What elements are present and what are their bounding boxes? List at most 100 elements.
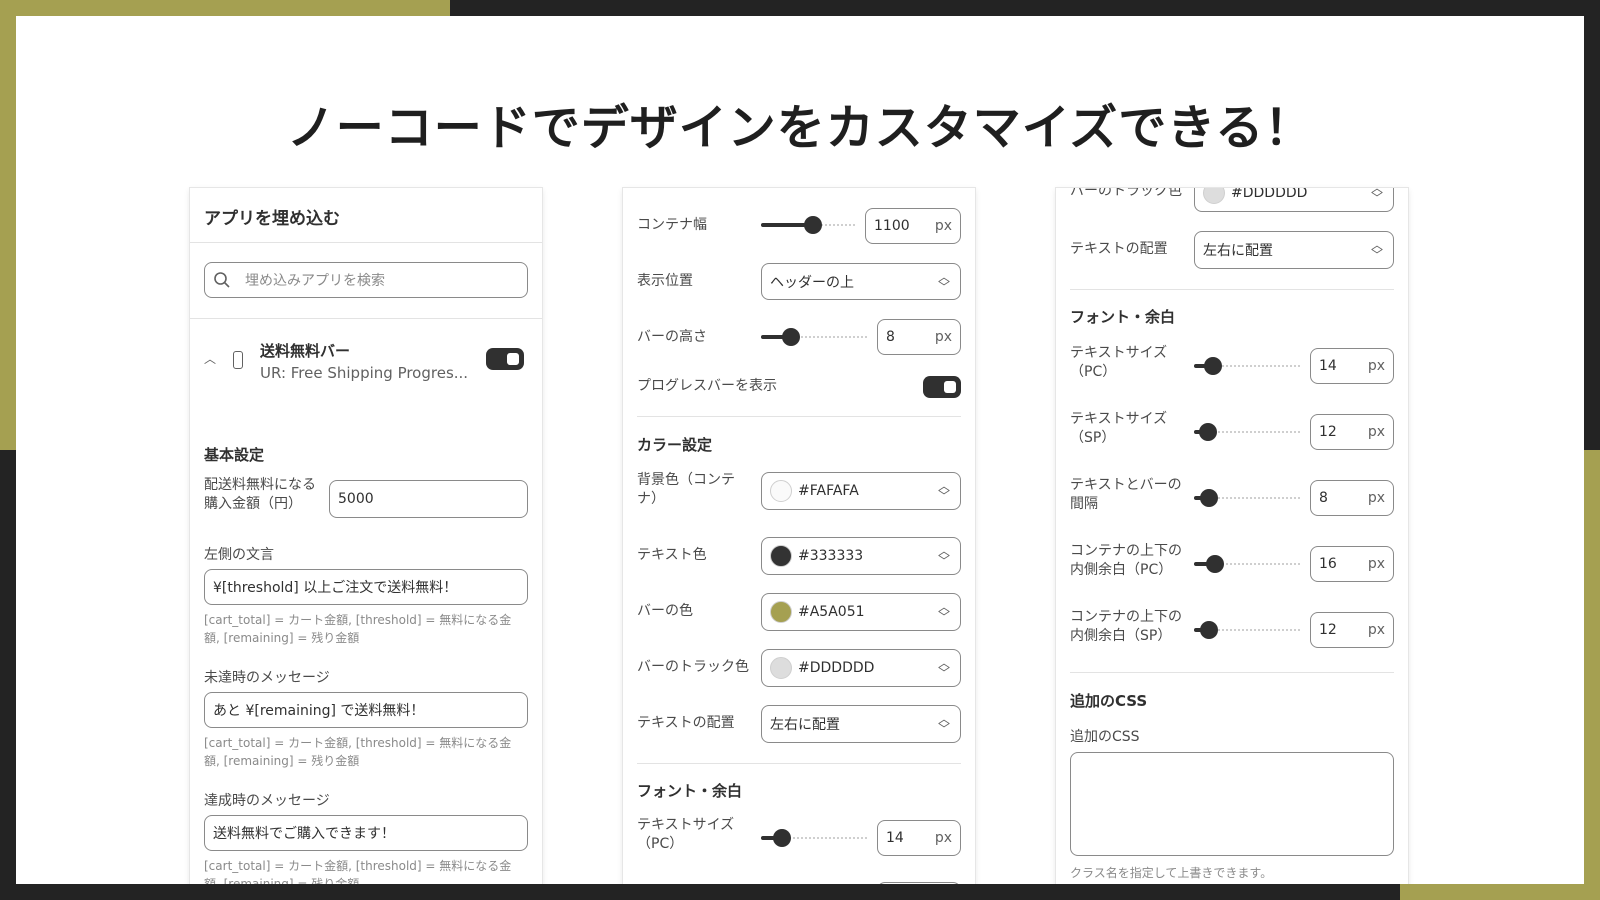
slider-knob[interactable] <box>804 216 823 234</box>
unit-label: px <box>1367 556 1385 572</box>
search-input[interactable]: 埋め込みアプリを検索 <box>204 262 528 298</box>
slider-knob[interactable] <box>1199 621 1218 639</box>
text-bar-gap-input[interactable]: 8 px <box>1310 480 1394 516</box>
position-label: 表示位置 <box>637 273 693 289</box>
text-align-select[interactable]: 左右に配置 ︿ ﹀ <box>761 705 961 743</box>
divider <box>1070 289 1394 290</box>
select-chevron-icon: ︿ ﹀ <box>937 479 950 503</box>
slider-knob[interactable] <box>1198 423 1217 441</box>
custom-css-heading: 追加のCSS <box>1070 692 1148 710</box>
select-chevron-icon: ︿ ﹀ <box>937 656 950 680</box>
text-bar-gap-label: テキストとバーの間隔 <box>1070 477 1182 512</box>
placeholder-hint: [cart_total] = カート金額, [threshold] = 無料にな… <box>204 613 512 645</box>
text-size-pc-input[interactable]: 14 px <box>1310 348 1394 384</box>
text-color-select[interactable]: #333333 ︿ ﹀ <box>761 537 961 575</box>
left-text-label: 左側の文言 <box>204 547 274 563</box>
text-size-sp-input-partial[interactable] <box>877 882 961 884</box>
text-align-label: テキストの配置 <box>637 715 735 731</box>
unit-label: px <box>934 830 952 846</box>
slider-knob[interactable] <box>781 328 800 346</box>
bg-color-select[interactable]: #FAFAFA ︿ ﹀ <box>761 472 961 510</box>
threshold-input[interactable]: 5000 <box>329 480 528 518</box>
track-color-label: バーのトラック色 <box>1070 188 1182 199</box>
bar-color-select[interactable]: #A5A051 ︿ ﹀ <box>761 593 961 631</box>
search-placeholder: 埋め込みアプリを検索 <box>245 273 385 289</box>
text-size-sp-label: テキストサイズ（SP） <box>1070 411 1168 446</box>
text-color-value: #333333 <box>798 548 864 564</box>
divider <box>637 416 961 417</box>
select-chevron-icon: ︿ ﹀ <box>937 600 950 624</box>
text-color-label: テキスト色 <box>637 547 707 563</box>
container-width-input[interactable]: 1100 px <box>865 208 961 244</box>
unreached-message-value: あと ¥[remaining] で送料無料！ <box>213 703 425 719</box>
bar-height-slider[interactable] <box>761 327 868 347</box>
font-spacing-heading: フォント・余白 <box>1070 308 1176 326</box>
text-size-pc-value: 14 <box>886 830 904 846</box>
slider-knob[interactable] <box>1206 555 1225 573</box>
divider <box>190 318 542 319</box>
bg-color-label: 背景色（コンテナ） <box>637 472 735 507</box>
text-size-sp-input[interactable]: 12 px <box>1310 414 1394 450</box>
bar-color-value: #A5A051 <box>798 604 865 620</box>
text-size-pc-slider[interactable] <box>761 828 868 848</box>
track-color-label: バーのトラック色 <box>637 659 749 675</box>
padding-sp-input[interactable]: 12 px <box>1310 612 1394 648</box>
container-width-slider[interactable] <box>761 215 856 235</box>
custom-css-label: 追加のCSS <box>1070 729 1140 745</box>
unreached-message-input[interactable]: あと ¥[remaining] で送料無料！ <box>204 692 528 728</box>
select-chevron-icon: ︿ ﹀ <box>937 269 950 294</box>
bar-height-input[interactable]: 8 px <box>877 319 961 355</box>
position-value: ヘッダーの上 <box>770 274 854 291</box>
track-color-value: #DDDDDD <box>798 660 875 676</box>
color-swatch <box>1203 188 1225 204</box>
unit-label: px <box>1367 424 1385 440</box>
text-size-sp-slider[interactable] <box>1194 422 1301 442</box>
text-align-select[interactable]: 左右に配置 ︿ ﹀ <box>1194 231 1394 269</box>
color-swatch <box>770 545 792 567</box>
padding-pc-slider[interactable] <box>1194 554 1301 574</box>
padding-pc-label: コンテナの上下の内側余白（PC） <box>1070 543 1182 578</box>
design-settings-panel-scrolled: バーのトラック色 #DDDDDD ︿ ﹀ テキストの配置 左右に配置 ︿ ﹀ フォン… <box>1056 188 1408 884</box>
padding-sp-label: コンテナの上下の内側余白（SP） <box>1070 609 1182 644</box>
select-chevron-icon: ︿ ﹀ <box>937 544 950 568</box>
design-settings-panel: コンテナ幅 1100 px 表示位置 ヘッダーの上 ︿ ﹀ バーの高さ 8 px プロ… <box>623 188 975 884</box>
app-name: 送料無料バー <box>260 342 351 360</box>
achieved-message-input[interactable]: 送料無料でご購入できます！ <box>204 815 528 851</box>
divider <box>637 763 961 764</box>
app-enabled-toggle[interactable] <box>486 348 524 370</box>
container-width-label: コンテナ幅 <box>637 217 707 233</box>
container-width-value: 1100 <box>874 218 910 234</box>
color-swatch <box>770 657 792 679</box>
padding-sp-value: 12 <box>1319 622 1337 638</box>
threshold-value: 5000 <box>338 491 374 507</box>
text-size-pc-input[interactable]: 14 px <box>877 820 961 856</box>
slider-knob[interactable] <box>773 829 792 847</box>
text-size-pc-slider[interactable] <box>1194 356 1301 376</box>
position-select[interactable]: ヘッダーの上 ︿ ﹀ <box>761 263 961 300</box>
slider-knob[interactable] <box>1204 357 1223 375</box>
text-size-pc-value: 14 <box>1319 358 1337 374</box>
unit-label: px <box>934 329 952 345</box>
track-color-select[interactable]: #DDDDDD ︿ ﹀ <box>761 649 961 687</box>
embed-app-panel: アプリを埋め込む 埋め込みアプリを検索 ︿ 送料無料バー UR: Free Sh… <box>190 188 542 884</box>
select-chevron-icon: ︿ ﹀ <box>1370 188 1383 205</box>
padding-sp-slider[interactable] <box>1194 620 1301 640</box>
show-progress-toggle[interactable] <box>923 376 961 398</box>
placeholder-hint: [cart_total] = カート金額, [threshold] = 無料にな… <box>204 859 512 884</box>
select-chevron-icon: ︿ ﹀ <box>937 712 950 736</box>
padding-pc-input[interactable]: 16 px <box>1310 546 1394 582</box>
track-color-value: #DDDDDD <box>1231 188 1308 201</box>
text-bar-gap-value: 8 <box>1319 490 1328 506</box>
left-text-value: ¥[threshold] 以上ご注文で送料無料！ <box>213 580 458 596</box>
slider-knob[interactable] <box>1199 489 1218 507</box>
select-chevron-icon: ︿ ﹀ <box>1370 238 1383 262</box>
bar-height-value: 8 <box>886 329 895 345</box>
text-size-sp-value: 12 <box>1319 424 1337 440</box>
left-text-input[interactable]: ¥[threshold] 以上ご注文で送料無料！ <box>204 569 528 605</box>
track-color-select[interactable]: #DDDDDD ︿ ﹀ <box>1194 188 1394 212</box>
padding-pc-value: 16 <box>1319 556 1337 572</box>
unit-label: px <box>1367 358 1385 374</box>
custom-css-textarea[interactable] <box>1070 752 1394 856</box>
collapse-chevron-icon[interactable]: ︿ <box>204 350 216 367</box>
text-bar-gap-slider[interactable] <box>1194 488 1301 508</box>
